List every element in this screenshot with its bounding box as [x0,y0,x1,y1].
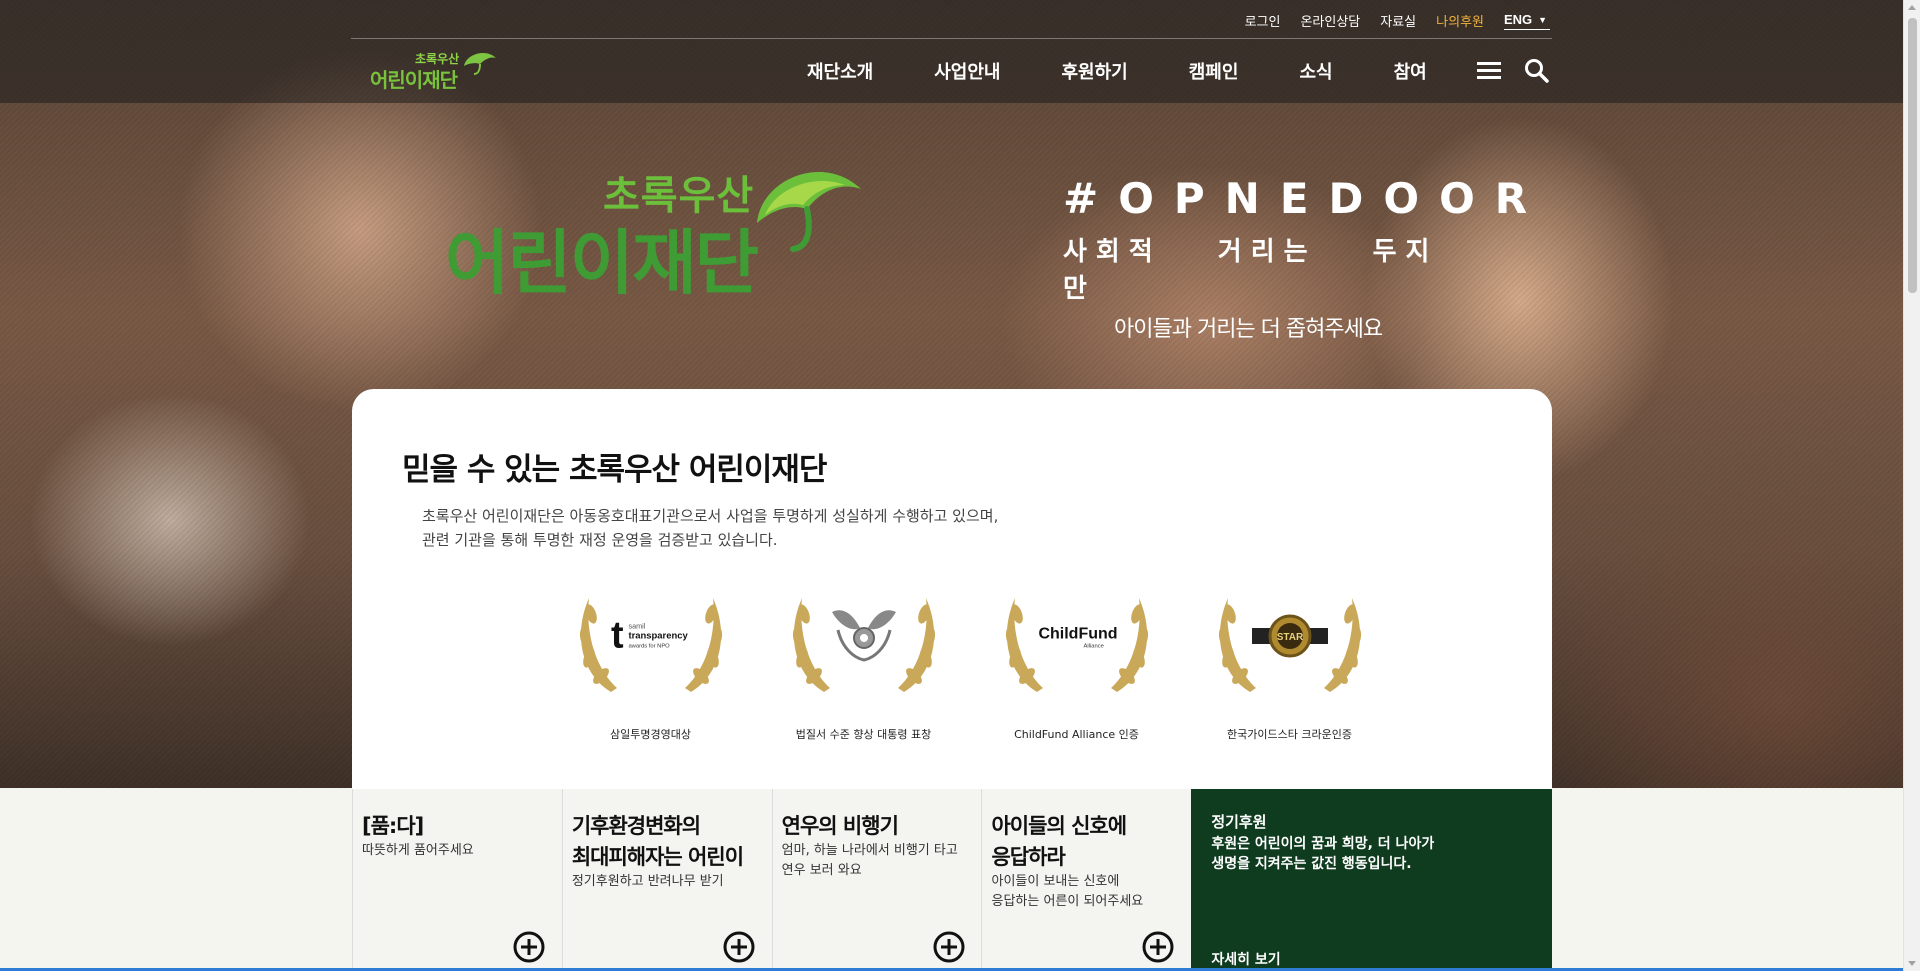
tile-title: 연우의 비행기 [781,811,899,842]
campaign-tile[interactable]: 연우의 비행기 엄마, 하늘 나라에서 비행기 타고 연우 보러 와요 [771,789,982,971]
award-item: STAR 한국가이드스타 크라운인증 [1183,574,1396,742]
tile-title-line: 최대피해자는 어린이 [571,845,744,869]
svg-text:samil: samil [628,621,645,630]
svg-text:ChildFund: ChildFund [1038,626,1117,643]
tile-title: 아이들의 신호에 응답하라 [991,811,1127,873]
caret-down-icon: ▼ [1538,14,1548,25]
award-caption: 법질서 수준 향상 대통령 표창 [795,728,932,741]
donation-description: 후원은 어린이의 꿈과 희망, 더 나아가 생명을 지켜주는 값진 행동입니다. [1211,834,1434,874]
tile-subtitle-line: 정기후원하고 반려나무 받기 [571,874,724,889]
tile-title: 기후환경변화의 최대피해자는 어린이 [571,811,744,873]
hero-headline: #OPNEDOOR [1063,174,1548,223]
nav-item-news[interactable]: 소식 [1299,58,1332,84]
tile-subtitle-line: 따뜻하게 품어주세요 [362,843,474,858]
transparency-award-icon: t samil transparency awards for NPO [611,602,691,668]
scroll-down-arrow-icon[interactable] [1908,961,1916,966]
site-logo[interactable]: 초록우산 어린이재단 [370,48,500,92]
nav-item-campaign[interactable]: 캠페인 [1189,58,1239,84]
campaign-tile[interactable]: 기후환경변화의 최대피해자는 어린이 정기후원하고 반려나무 받기 [561,789,772,971]
language-label: ENG [1504,12,1533,27]
trust-desc-line-1: 초록우산 어린이재단은 아동옹호대표기관으로서 사업을 투명하게 성실하게 수행… [422,507,999,525]
hamburger-menu-icon[interactable] [1477,62,1501,80]
online-consult-link[interactable]: 온라인상담 [1300,11,1360,30]
award-item: ChildFund Alliance ChildFund Alliance 인증 [970,574,1183,742]
award-list: t samil transparency awards for NPO 삼일투명… [544,574,1396,742]
plus-circle-icon[interactable] [513,931,545,963]
award-caption: 삼일투명경영대상 [610,728,691,741]
plus-circle-icon[interactable] [1142,931,1174,963]
svg-text:transparency: transparency [628,631,688,642]
tile-title-line: 응답하라 [991,845,1065,869]
trust-description: 초록우산 어린이재단은 아동옹호대표기관으로서 사업을 투명하게 성실하게 수행… [422,504,998,552]
main-nav: 재단소개 사업안내 후원하기 캠페인 소식 참여 [807,58,1427,84]
trust-desc-line-2: 관련 기관을 통해 투명한 재정 운영을 검증받고 있습니다. [422,531,778,549]
tile-subtitle-line: 연우 보러 와요 [781,863,862,878]
regular-donation-tile[interactable]: 정기후원 후원은 어린이의 꿈과 희망, 더 나아가 생명을 지켜주는 값진 행… [1191,789,1553,971]
header: 로그인 온라인상담 자료실 나의후원 ENG ▼ 초록우산 어린이재단 재단소개… [0,0,1903,103]
guidestar-crown-icon: STAR [1250,602,1330,668]
tile-subtitle: 정기후원하고 반려나무 받기 [572,872,724,892]
scrollbar-thumb[interactable] [1908,18,1917,293]
svg-text:Alliance: Alliance [1083,643,1103,649]
page-margin-left [0,788,352,971]
hero-logo: 초록우산 어린이재단 [445,155,875,304]
hero-copy: #OPNEDOOR 사회적 거리는 두지만 아이들과 거리는 더 좁혀주세요 [1040,174,1548,343]
svg-text:STAR: STAR [1276,632,1303,643]
donation-title: 정기후원 [1211,813,1267,831]
umbrella-leaf-icon [464,52,496,75]
tile-subtitle-line: 아이들이 보내는 신호에 [991,874,1120,889]
trust-title: 믿을 수 있는 초록우산 어린이재단 [402,452,827,488]
award-item: 법질서 수준 향상 대통령 표창 [757,574,970,742]
page-margin-right [1552,788,1903,971]
laurel-badge-icon: t samil transparency awards for NPO [571,574,731,699]
award-caption: ChildFund Alliance 인증 [1014,728,1139,741]
hero-logo-bottom-text: 어린이재단 [445,222,759,304]
childfund-logo-icon: ChildFund Alliance [1037,602,1117,668]
award-caption: 한국가이드스타 크라운인증 [1227,728,1352,741]
svg-text:t: t [611,614,624,656]
campaign-tile[interactable]: 아이들의 신호에 응답하라 아이들이 보내는 신호에 응답하는 어른이 되어주세… [981,789,1192,971]
tile-subtitle: 아이들이 보내는 신호에 응답하는 어른이 되어주세요 [991,872,1143,912]
hero-subheadline: 사회적 거리는 두지만 [1063,237,1439,304]
hero-tagline: 아이들과 거리는 더 좁혀주세요 [1114,317,1383,342]
donation-more-link[interactable]: 자세히 보기 [1211,949,1280,969]
svg-text:awards for NPO: awards for NPO [628,643,670,649]
laurel-badge-icon: STAR [1210,574,1370,699]
tile-subtitle-line: 엄마, 하늘 나라에서 비행기 타고 [781,843,958,858]
plus-circle-icon[interactable] [723,931,755,963]
nav-item-about[interactable]: 재단소개 [807,58,873,84]
donation-desc-line: 후원은 어린이의 꿈과 희망, 더 나아가 [1211,836,1435,852]
laurel-badge-icon [784,574,944,699]
plus-circle-icon[interactable] [933,931,965,963]
my-donation-link[interactable]: 나의후원 [1436,11,1484,30]
tile-title-line: [품:다] [362,814,424,838]
laurel-badge-icon: ChildFund Alliance [997,574,1157,699]
vertical-scrollbar[interactable] [1903,0,1920,971]
trust-card: 믿을 수 있는 초록우산 어린이재단 초록우산 어린이재단은 아동옹호대표기관으… [352,389,1552,789]
nav-item-donate[interactable]: 후원하기 [1062,58,1128,84]
tile-title-line: 기후환경변화의 [571,814,701,838]
umbrella-leaf-icon [757,172,861,252]
donation-desc-line: 생명을 지켜주는 값진 행동입니다. [1211,856,1412,872]
utility-links: 로그인 온라인상담 자료실 나의후원 ENG ▼ [1245,11,1550,30]
nav-item-programs[interactable]: 사업안내 [934,58,1000,84]
campaign-tiles: [품:다] 따뜻하게 품어주세요 기후환경변화의 최대피해자는 어린이 정기후원… [352,789,1553,971]
header-divider [351,38,1552,39]
library-link[interactable]: 자료실 [1380,11,1416,30]
tile-title: [품:다] [362,811,424,842]
language-select[interactable]: ENG ▼ [1504,11,1550,30]
presidential-emblem-icon [824,602,904,668]
tile-subtitle-line: 응답하는 어른이 되어주세요 [991,894,1144,909]
tile-title-line: 아이들의 신호에 [991,814,1127,838]
logo-small-bottom-text: 어린이재단 [370,68,458,92]
tile-subtitle: 엄마, 하늘 나라에서 비행기 타고 연우 보러 와요 [782,841,958,881]
award-item: t samil transparency awards for NPO 삼일투명… [544,574,757,742]
search-icon[interactable] [1524,58,1550,84]
nav-item-participate[interactable]: 참여 [1394,58,1427,84]
login-link[interactable]: 로그인 [1245,11,1281,30]
tile-subtitle: 따뜻하게 품어주세요 [362,841,474,861]
scroll-up-arrow-icon[interactable] [1908,5,1916,10]
tile-title-line: 연우의 비행기 [781,814,899,838]
campaign-tile[interactable]: [품:다] 따뜻하게 품어주세요 [352,789,562,971]
